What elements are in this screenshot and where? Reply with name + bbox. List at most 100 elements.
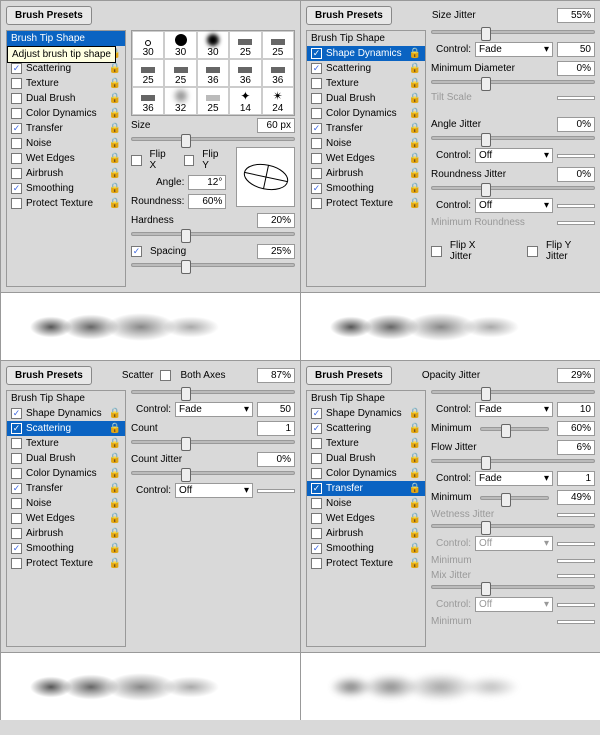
checkbox-icon[interactable] <box>11 198 22 209</box>
mindiam-value[interactable]: 0% <box>557 61 595 76</box>
checkbox-icon[interactable] <box>11 108 22 119</box>
sidebar-dual-brush[interactable]: Dual Brush🔒 <box>7 91 125 106</box>
minimum2-value[interactable]: 49% <box>557 490 595 505</box>
spacing-slider[interactable] <box>131 263 295 267</box>
sidebar-wet-edges[interactable]: Wet Edges🔒 <box>7 151 125 166</box>
countjitter-slider[interactable] <box>131 471 295 475</box>
lock-icon[interactable]: 🔒 <box>109 123 121 134</box>
sidebar-texture[interactable]: Texture🔒 <box>7 76 125 91</box>
brush-thumb[interactable]: 30 <box>132 31 164 59</box>
sidebar-noise[interactable]: Noise🔒 <box>7 136 125 151</box>
sidebar-texture[interactable]: Texture🔒 <box>307 436 425 451</box>
brush-thumb[interactable]: ✴24 <box>262 87 294 115</box>
flowjitter-slider[interactable] <box>431 459 595 463</box>
lock-icon[interactable]: 🔒 <box>109 138 121 149</box>
anglejitter-slider[interactable] <box>431 136 595 140</box>
checkbox-icon[interactable] <box>11 78 22 89</box>
brush-thumb[interactable]: 25 <box>229 31 261 59</box>
sidebar-scattering[interactable]: Scattering🔒 <box>307 421 425 436</box>
checkbox-icon[interactable] <box>11 153 22 164</box>
sidebar-transfer[interactable]: Transfer🔒 <box>7 481 125 496</box>
control-value[interactable]: 50 <box>257 402 295 417</box>
sidebar-shape-dynamics[interactable]: Shape Dynamics🔒 <box>307 406 425 421</box>
sidebar-scattering[interactable]: Scattering🔒 <box>7 61 125 76</box>
flipy-checkbox[interactable] <box>184 155 195 166</box>
flipx-checkbox[interactable] <box>131 155 142 166</box>
brush-thumb[interactable]: 32 <box>164 87 196 115</box>
sidebar-scattering[interactable]: Scattering🔒 <box>7 421 125 436</box>
roundjitter-value[interactable]: 0% <box>557 167 595 182</box>
opjitter-value[interactable]: 29% <box>557 368 595 383</box>
lock-icon[interactable]: 🔒 <box>109 183 121 194</box>
count-value[interactable]: 1 <box>257 421 295 436</box>
count-slider[interactable] <box>131 440 295 444</box>
sidebar-smoothing[interactable]: Smoothing🔒 <box>7 541 125 556</box>
sidebar-color-dynamics[interactable]: Color Dynamics🔒 <box>307 106 425 121</box>
sidebar-transfer[interactable]: Transfer🔒 <box>307 481 425 496</box>
sidebar-transfer[interactable]: Transfer🔒 <box>307 121 425 136</box>
brush-thumb[interactable]: 36 <box>229 59 261 87</box>
brush-thumb[interactable]: 36 <box>262 59 294 87</box>
brush-thumb[interactable]: 36 <box>197 59 229 87</box>
brush-thumb[interactable]: 36 <box>132 87 164 115</box>
mindiam-slider[interactable] <box>431 80 595 84</box>
sidebar-protect-texture[interactable]: Protect Texture🔒 <box>7 196 125 211</box>
brush-thumb[interactable]: ✦14 <box>229 87 261 115</box>
brush-presets-button[interactable]: Brush Presets <box>306 6 392 25</box>
sidebar-texture[interactable]: Texture🔒 <box>7 436 125 451</box>
flowjitter-value[interactable]: 6% <box>557 440 595 455</box>
size-value[interactable]: 60 px <box>257 118 295 133</box>
anglejitter-value[interactable]: 0% <box>557 117 595 132</box>
brush-presets-button[interactable]: Brush Presets <box>6 6 92 25</box>
lock-icon[interactable]: 🔒 <box>109 168 121 179</box>
flipxjitter-checkbox[interactable] <box>431 246 442 257</box>
sidebar-shape-dynamics[interactable]: Shape Dynamics🔒 <box>307 46 425 61</box>
scatter-slider[interactable] <box>131 390 295 394</box>
angle-widget[interactable] <box>236 147 295 207</box>
sidebar-color-dynamics[interactable]: Color Dynamics🔒 <box>307 466 425 481</box>
checkbox-icon[interactable] <box>11 63 22 74</box>
sidebar-color-dynamics[interactable]: Color Dynamics🔒 <box>7 106 125 121</box>
sidebar-noise[interactable]: Noise🔒 <box>307 136 425 151</box>
control3-dropdown[interactable]: Off <box>475 198 553 213</box>
sidebar-airbrush[interactable]: Airbrush🔒 <box>307 526 425 541</box>
brush-thumbnails[interactable]: 30 30 30 25 25 25 25 36 36 36 36 32 25 ✦… <box>131 30 295 116</box>
control-value[interactable]: 50 <box>557 42 595 57</box>
checkbox-icon[interactable] <box>11 183 22 194</box>
sizejitter-value[interactable]: 55% <box>557 8 595 23</box>
brush-presets-button[interactable]: Brush Presets <box>6 366 92 385</box>
checkbox-icon[interactable] <box>11 123 22 134</box>
lock-icon[interactable]: 🔒 <box>109 78 121 89</box>
checkbox-icon[interactable] <box>11 138 22 149</box>
roundness-value[interactable]: 60% <box>188 194 226 209</box>
scatter-value[interactable]: 87% <box>257 368 295 383</box>
sizejitter-slider[interactable] <box>431 30 595 34</box>
control2-value[interactable]: 1 <box>557 471 595 486</box>
size-slider[interactable] <box>131 137 295 141</box>
control2-dropdown[interactable]: Off <box>175 483 253 498</box>
lock-icon[interactable]: 🔒 <box>109 153 121 164</box>
brush-thumb[interactable]: 25 <box>132 59 164 87</box>
countjitter-value[interactable]: 0% <box>257 452 295 467</box>
control-dropdown[interactable]: Fade <box>475 402 553 417</box>
checkbox-icon[interactable] <box>11 93 22 104</box>
hardness-value[interactable]: 20% <box>257 213 295 228</box>
brush-presets-button[interactable]: Brush Presets <box>306 366 392 385</box>
sidebar-protect-texture[interactable]: Protect Texture🔒 <box>307 196 425 211</box>
sidebar-shape-dynamics[interactable]: Shape Dynamics🔒 <box>7 406 125 421</box>
sidebar-airbrush[interactable]: Airbrush🔒 <box>7 526 125 541</box>
control-dropdown[interactable]: Fade <box>175 402 253 417</box>
sidebar-protect-texture[interactable]: Protect Texture🔒 <box>7 556 125 571</box>
roundjitter-slider[interactable] <box>431 186 595 190</box>
sidebar-smoothing[interactable]: Smoothing🔒 <box>307 181 425 196</box>
angle-value[interactable]: 12° <box>188 175 226 190</box>
sidebar-scattering[interactable]: Scattering🔒 <box>307 61 425 76</box>
control2-dropdown[interactable]: Fade <box>475 471 553 486</box>
lock-icon[interactable]: 🔒 <box>109 108 121 119</box>
sidebar-brush-tip-shape[interactable]: Brush Tip Shape Adjust brush tip shape <box>7 31 125 46</box>
sidebar-airbrush[interactable]: Airbrush🔒 <box>307 166 425 181</box>
control2-dropdown[interactable]: Off <box>475 148 553 163</box>
sidebar-transfer[interactable]: Transfer🔒 <box>7 121 125 136</box>
sidebar-noise[interactable]: Noise🔒 <box>307 496 425 511</box>
sidebar-brush-tip-shape[interactable]: Brush Tip Shape <box>307 391 425 406</box>
